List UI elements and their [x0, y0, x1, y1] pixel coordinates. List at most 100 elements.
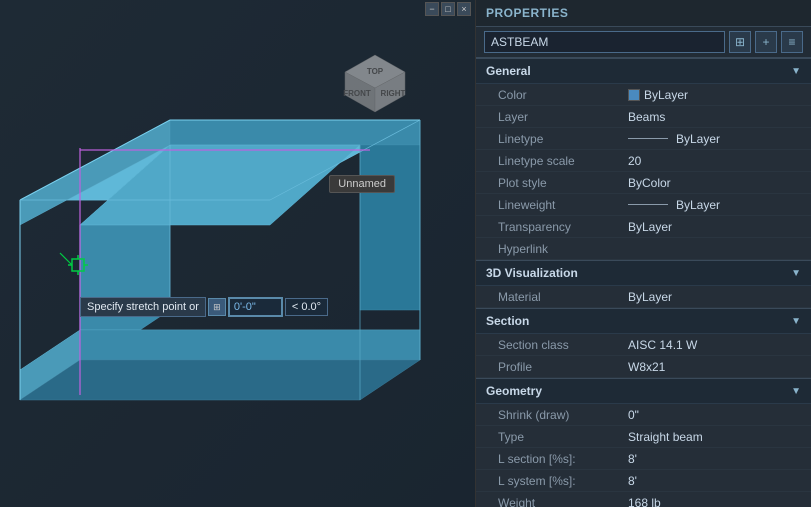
prop-value-container-3-2: 8' [628, 452, 637, 466]
section-arrow-1: ▼ [791, 268, 801, 279]
unnamed-text: Unnamed [338, 178, 386, 190]
prop-row-3-2[interactable]: L section [%s]: 8' [476, 448, 811, 470]
section-header-1[interactable]: 3D Visualization ▼ [476, 260, 811, 286]
prop-value-0-1: Beams [628, 110, 665, 124]
prop-value-0-4: ByColor [628, 176, 671, 190]
prop-value-2-0: AISC 14.1 W [628, 338, 697, 352]
prop-row-0-4[interactable]: Plot style ByColor [476, 172, 811, 194]
prop-value-2-1: W8x21 [628, 360, 665, 374]
settings-icon-button[interactable]: ≡ [781, 31, 803, 53]
line-sample [628, 138, 668, 139]
plus-icon: + [762, 35, 769, 49]
section-label-0: General [486, 64, 531, 78]
object-dropdown[interactable]: ASTBEAM [484, 31, 725, 53]
svg-text:RIGHT: RIGHT [381, 89, 406, 98]
section-header-3[interactable]: Geometry ▼ [476, 378, 811, 404]
prop-row-0-0[interactable]: Color ByLayer [476, 84, 811, 106]
prop-value-container-1-0: ByLayer [628, 290, 672, 304]
prop-value-container-2-1: W8x21 [628, 360, 665, 374]
prop-label-0-7: Hyperlink [498, 242, 628, 256]
prop-row-3-0[interactable]: Shrink (draw) 0" [476, 404, 811, 426]
section-label-1: 3D Visualization [486, 266, 578, 280]
viewport[interactable]: − □ × [0, 0, 476, 507]
prop-value-container-0-4: ByColor [628, 176, 671, 190]
prop-row-0-5[interactable]: Lineweight ByLayer [476, 194, 811, 216]
prop-value-container-3-3: 8' [628, 474, 637, 488]
command-bar[interactable]: Specify stretch point or ⊞ < 0.0° [80, 297, 328, 317]
panel-header: PROPERTIES [476, 0, 811, 27]
section-arrow-2: ▼ [791, 316, 801, 327]
prop-row-2-0[interactable]: Section class AISC 14.1 W [476, 334, 811, 356]
prop-value-3-1: Straight beam [628, 430, 703, 444]
command-input-field[interactable] [228, 297, 283, 317]
prop-label-3-3: L system [%s]: [498, 474, 628, 488]
section-label-2: Section [486, 314, 529, 328]
add-icon-button[interactable]: + [755, 31, 777, 53]
navigation-cube[interactable]: TOP FRONT RIGHT [335, 50, 415, 130]
prop-value-container-3-1: Straight beam [628, 430, 703, 444]
prop-value-0-6: ByLayer [628, 220, 672, 234]
svg-text:FRONT: FRONT [343, 89, 371, 98]
command-icon[interactable]: ⊞ [208, 298, 226, 316]
prop-value-container-0-2: ByLayer [628, 132, 720, 146]
prop-label-1-0: Material [498, 290, 628, 304]
prop-label-3-1: Type [498, 430, 628, 444]
prop-value-container-2-0: AISC 14.1 W [628, 338, 697, 352]
prop-row-2-1[interactable]: Profile W8x21 [476, 356, 811, 378]
prop-value-0-3: 20 [628, 154, 641, 168]
prop-row-0-1[interactable]: Layer Beams [476, 106, 811, 128]
prop-row-1-0[interactable]: Material ByLayer [476, 286, 811, 308]
prop-label-0-5: Lineweight [498, 198, 628, 212]
properties-panel: PROPERTIES ASTBEAM ⊞ + ≡ General ▼ Color … [476, 0, 811, 507]
section-header-2[interactable]: Section ▼ [476, 308, 811, 334]
prop-label-0-3: Linetype scale [498, 154, 628, 168]
prop-value-container-0-6: ByLayer [628, 220, 672, 234]
section-label-3: Geometry [486, 384, 542, 398]
prop-row-0-7[interactable]: Hyperlink [476, 238, 811, 260]
panel-title: PROPERTIES [486, 6, 568, 20]
minimize-button[interactable]: − [425, 2, 439, 16]
panel-toolbar: ASTBEAM ⊞ + ≡ [476, 27, 811, 58]
line-sample [628, 204, 668, 205]
prop-value-container-0-5: ByLayer [628, 198, 720, 212]
section-arrow-3: ▼ [791, 386, 801, 397]
prop-label-2-1: Profile [498, 360, 628, 374]
prop-label-3-0: Shrink (draw) [498, 408, 628, 422]
window-controls: − □ × [421, 0, 475, 18]
maximize-button[interactable]: □ [441, 2, 455, 16]
prop-value-1-0: ByLayer [628, 290, 672, 304]
prop-value-0-2: ByLayer [676, 132, 720, 146]
prop-label-2-0: Section class [498, 338, 628, 352]
settings-icon: ≡ [788, 35, 795, 49]
prop-label-0-0: Color [498, 88, 628, 102]
properties-content[interactable]: General ▼ Color ByLayer Layer Beams Linet… [476, 58, 811, 507]
prop-value-0-5: ByLayer [676, 198, 720, 212]
prop-value-3-2: 8' [628, 452, 637, 466]
prop-row-3-4[interactable]: Weight 168 lb [476, 492, 811, 507]
prop-value-container-0-0: ByLayer [628, 88, 688, 102]
prop-row-0-3[interactable]: Linetype scale 20 [476, 150, 811, 172]
prop-value-3-4: 168 lb [628, 496, 661, 507]
close-button[interactable]: × [457, 2, 471, 16]
prop-label-3-4: Weight [498, 496, 628, 507]
prop-row-3-1[interactable]: Type Straight beam [476, 426, 811, 448]
section-arrow-0: ▼ [791, 66, 801, 77]
prop-value-container-0-1: Beams [628, 110, 665, 124]
prop-label-0-4: Plot style [498, 176, 628, 190]
prop-row-0-2[interactable]: Linetype ByLayer [476, 128, 811, 150]
prop-row-0-6[interactable]: Transparency ByLayer [476, 216, 811, 238]
copy-icon: ⊞ [735, 35, 745, 49]
prop-row-3-3[interactable]: L system [%s]: 8' [476, 470, 811, 492]
copy-icon-button[interactable]: ⊞ [729, 31, 751, 53]
prop-value-container-3-4: 168 lb [628, 496, 661, 507]
color-swatch [628, 89, 640, 101]
prop-value-3-0: 0" [628, 408, 639, 422]
prop-value-3-3: 8' [628, 474, 637, 488]
prop-label-0-6: Transparency [498, 220, 628, 234]
prop-label-0-2: Linetype [498, 132, 628, 146]
prop-label-0-1: Layer [498, 110, 628, 124]
section-header-0[interactable]: General ▼ [476, 58, 811, 84]
command-angle-display: < 0.0° [285, 298, 328, 316]
prop-value-container-3-0: 0" [628, 408, 639, 422]
unnamed-label: Unnamed [329, 175, 395, 193]
